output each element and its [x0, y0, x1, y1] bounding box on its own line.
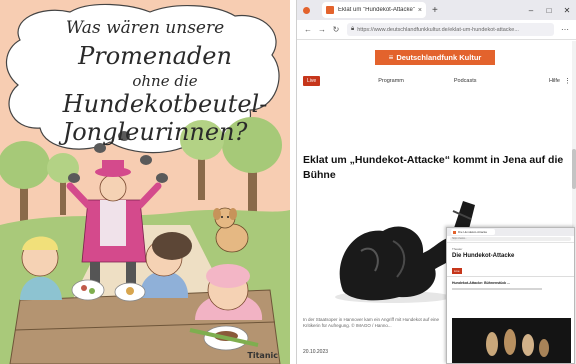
browser-window: Eklat um "Hundekot-Attacke" | ... × + – …: [296, 0, 576, 364]
mini-tab: Die Hundekot-Attacke: [451, 229, 495, 235]
mini-nav-bar: https://www...: [447, 236, 574, 243]
site-navigation: Live Programm Podcasts Hilfe ⋮: [303, 75, 571, 87]
mini-tab-bar: Die Hundekot-Attacke: [447, 228, 574, 236]
artist-signature: Titanic: [247, 351, 278, 360]
address-bar[interactable]: 🔒︎ https://www.deutschlandfunkkultur.de/…: [347, 23, 554, 36]
mini-title: Die Hundekot-Attacke: [452, 253, 515, 259]
mini-article: Hundekot-Attacke: Bühnenstück ...: [447, 277, 574, 294]
mini-live-badge: Live: [452, 268, 462, 274]
address-url: https://www.deutschlandfunkkultur.de/ekl…: [357, 26, 519, 33]
mini-stage-photo: [452, 318, 571, 363]
live-button[interactable]: Live: [303, 76, 321, 86]
caption-line-5: Jongleurinnen?: [62, 118, 248, 146]
mini-section-label: Theater: [452, 247, 463, 251]
site-logo-text: Deutschlandfunk Kultur: [396, 53, 482, 62]
mini-favicon-icon: [453, 230, 456, 234]
lock-icon: 🔒︎: [351, 26, 355, 32]
mini-header: Theater Die Hundekot-Attacke Live: [447, 243, 574, 277]
image-caption: In der Staatsoper in Hannover kam ein An…: [303, 317, 439, 328]
mini-tab-title: Die Hundekot-Attacke: [458, 230, 488, 234]
caption-line-2: Promenaden: [78, 42, 232, 70]
caption-line-1: Was wären unsere: [65, 18, 225, 38]
tab-title: Eklat um "Hundekot-Attacke" | ...: [338, 7, 415, 13]
mini-text-line: [452, 288, 542, 290]
caption-line-3: ohne die: [132, 72, 198, 90]
nav-item-podcasts[interactable]: Podcasts: [454, 78, 477, 84]
mini-article-title: Hundekot-Attacke: Bühnenstück ...: [452, 281, 511, 285]
tab-active[interactable]: Eklat um "Hundekot-Attacke" | ... ×: [322, 2, 426, 18]
embedded-browser-screenshot: Die Hundekot-Attacke https://www... Thea…: [446, 227, 575, 364]
mini-address-bar: https://www...: [450, 237, 571, 241]
article-headline: Eklat um „Hundekot-Attacke“ kommt in Jen…: [303, 154, 564, 181]
cartoon-panel: Was wären unsere Promenaden ohne die Hun…: [0, 0, 290, 364]
new-tab-button[interactable]: +: [432, 5, 438, 16]
tab-close-icon[interactable]: ×: [418, 7, 422, 14]
maximize-icon[interactable]: □: [540, 6, 558, 15]
extensions-icon[interactable]: ⋯: [558, 25, 572, 34]
site-logo[interactable]: ≡ Deutschlandfunk Kultur: [375, 50, 495, 65]
nav-item-hilfe[interactable]: Hilfe: [549, 78, 560, 84]
browser-menu-icon[interactable]: [303, 6, 310, 14]
forward-icon[interactable]: →: [315, 25, 329, 34]
window-controls: – □ ✕: [522, 6, 576, 15]
minimize-icon[interactable]: –: [522, 6, 540, 15]
more-icon[interactable]: ⋮: [564, 77, 571, 85]
orange-square-icon: [326, 6, 334, 14]
scrollbar-thumb[interactable]: [572, 149, 576, 189]
close-icon[interactable]: ✕: [558, 6, 576, 15]
back-icon[interactable]: ←: [301, 25, 315, 34]
reload-icon[interactable]: ↻: [329, 25, 343, 34]
caption-line-4: Hundekotbeutel-: [62, 90, 268, 118]
article-date: 20.10.2023: [303, 349, 329, 355]
tab-bar: Eklat um "Hundekot-Attacke" | ... × + – …: [297, 0, 576, 20]
menu-icon: ≡: [388, 53, 394, 62]
navigation-bar: ← → ↻ 🔒︎ https://www.deutschlandfunkkult…: [297, 20, 576, 40]
nav-item-programm[interactable]: Programm: [378, 78, 404, 84]
